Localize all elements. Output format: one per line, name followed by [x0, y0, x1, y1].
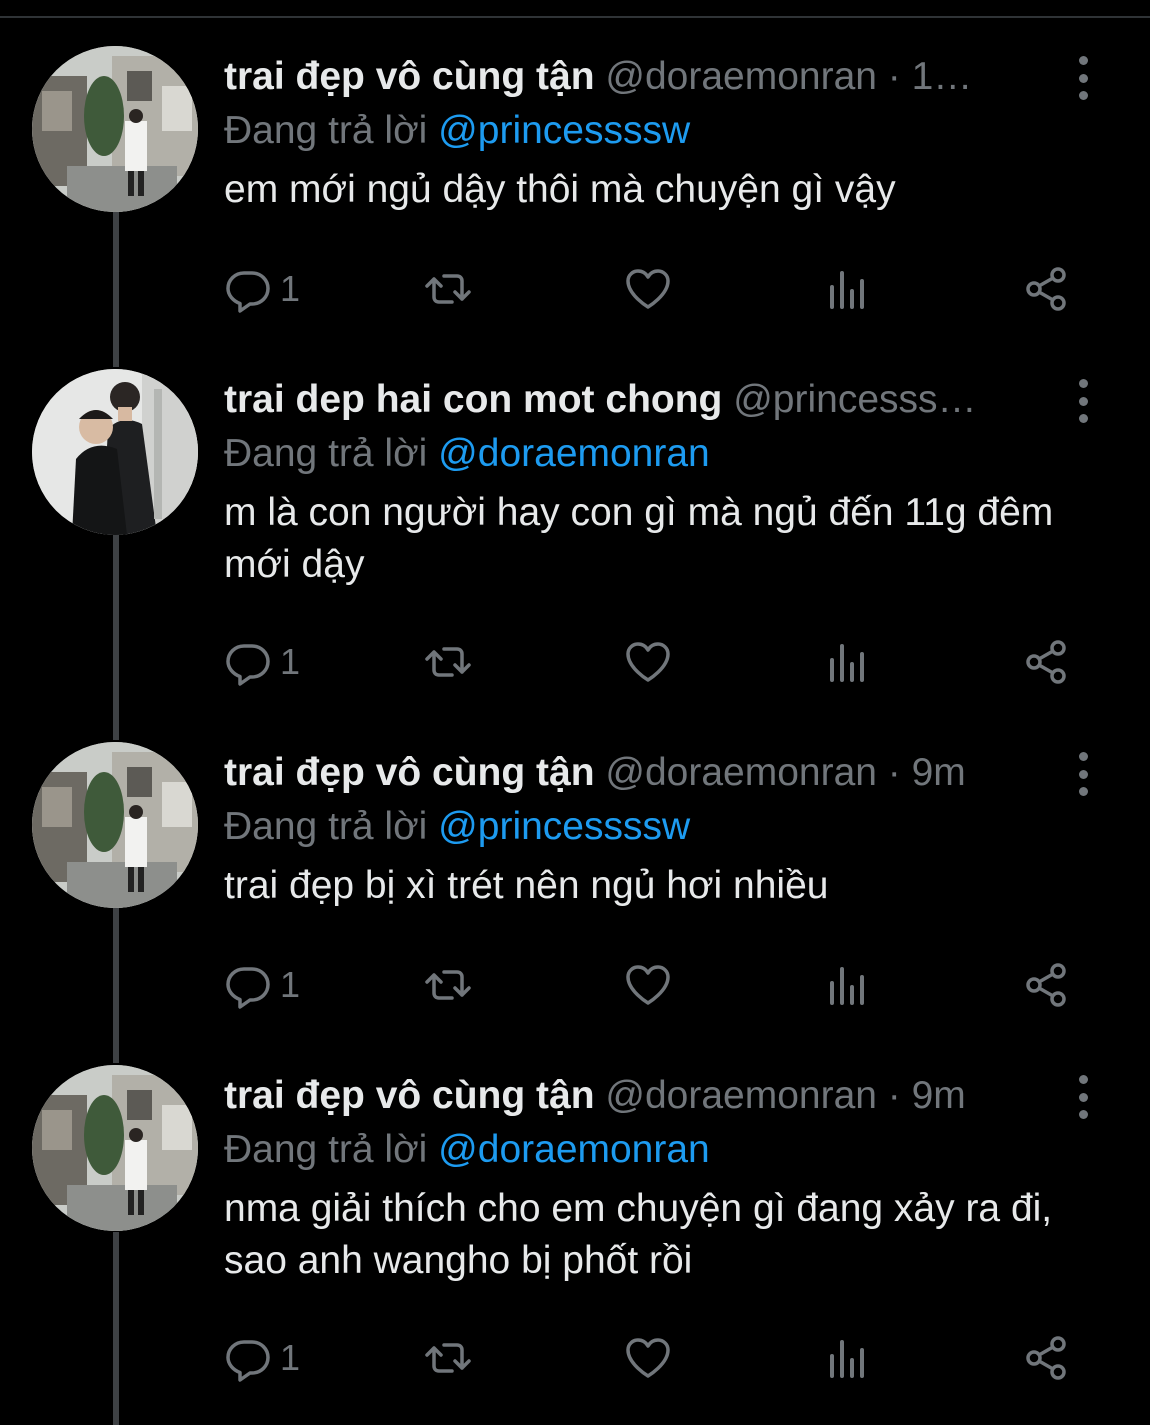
tweet-actions: 1	[224, 637, 1084, 687]
reply-button[interactable]: 1	[224, 1333, 300, 1383]
thread-connector	[113, 908, 119, 1063]
replying-to-label: Đang trả lời	[224, 109, 428, 152]
display-name[interactable]: trai đẹp vô cùng tận	[224, 751, 595, 794]
more-options-icon[interactable]	[1068, 379, 1098, 423]
tweet-header: trai đẹp vô cùng tận @doraemonran · 9m	[224, 748, 966, 798]
display-name[interactable]: trai dep hai con mot chong	[224, 378, 722, 421]
tweet-text: m là con người hay con gì mà ngủ đến 11g…	[224, 491, 1054, 586]
heart-icon	[626, 642, 670, 682]
handle-time[interactable]: @doraemonran · 1…	[605, 55, 972, 98]
avatar[interactable]	[32, 1065, 198, 1231]
reply-count: 1	[280, 1337, 301, 1378]
views-icon	[830, 967, 864, 1005]
share-icon	[1026, 963, 1066, 1007]
views-button[interactable]	[824, 1333, 872, 1383]
heart-icon	[626, 965, 670, 1005]
thread-connector	[113, 1232, 119, 1425]
tweet-text: trai đẹp bị xì trét nên ngủ hơi nhiều	[224, 864, 829, 907]
replying-to: Đang trả lời @princessssw	[224, 106, 690, 156]
tweet-actions: 1	[224, 960, 1084, 1010]
like-button[interactable]	[624, 960, 672, 1010]
thread-connector	[113, 212, 119, 367]
share-button[interactable]	[1022, 637, 1070, 687]
retweet-button[interactable]	[424, 1333, 472, 1383]
like-button[interactable]	[624, 264, 672, 314]
tweet-header: trai đẹp vô cùng tận @doraemonran · 9m	[224, 1071, 966, 1121]
mention-link[interactable]: @doraemonran	[438, 432, 710, 475]
views-button[interactable]	[824, 637, 872, 687]
avatar[interactable]	[32, 369, 198, 535]
top-divider	[0, 16, 1150, 18]
avatar[interactable]	[32, 46, 198, 212]
views-icon	[830, 1340, 864, 1378]
share-icon	[1026, 640, 1066, 684]
handle-time[interactable]: @doraemonran · 9m	[605, 1074, 965, 1117]
tweet-header: trai dep hai con mot chong @princesss…	[224, 375, 977, 425]
tweet-header: trai đẹp vô cùng tận @doraemonran · 1…	[224, 52, 972, 102]
heart-icon	[626, 1338, 670, 1378]
replying-to: Đang trả lời @doraemonran	[224, 1125, 710, 1175]
street-photo-avatar	[32, 742, 198, 908]
reply-icon	[226, 644, 270, 686]
share-button[interactable]	[1022, 264, 1070, 314]
replying-to: Đang trả lời @princessssw	[224, 802, 690, 852]
reply-count: 1	[280, 268, 301, 309]
replying-to: Đang trả lời @doraemonran	[224, 429, 710, 479]
reply-icon	[226, 1340, 270, 1382]
more-options-icon[interactable]	[1068, 56, 1098, 100]
reply-button[interactable]: 1	[224, 960, 300, 1010]
reply-icon	[226, 967, 270, 1009]
replying-to-label: Đang trả lời	[224, 432, 428, 475]
display-name[interactable]: trai đẹp vô cùng tận	[224, 1074, 595, 1117]
retweet-button[interactable]	[424, 637, 472, 687]
retweet-icon	[425, 1343, 471, 1373]
mention-link[interactable]: @princessssw	[438, 109, 690, 152]
reply-count: 1	[280, 964, 301, 1005]
replying-to-label: Đang trả lời	[224, 805, 428, 848]
retweet-button[interactable]	[424, 264, 472, 314]
mention-link[interactable]: @princessssw	[438, 805, 690, 848]
share-button[interactable]	[1022, 960, 1070, 1010]
retweet-button[interactable]	[424, 960, 472, 1010]
avatar[interactable]	[32, 742, 198, 908]
share-icon	[1026, 267, 1066, 311]
street-photo-avatar	[32, 46, 198, 212]
reply-button[interactable]: 1	[224, 637, 300, 687]
two-men-photo-avatar	[32, 369, 198, 535]
share-icon	[1026, 1336, 1066, 1380]
views-button[interactable]	[824, 960, 872, 1010]
views-icon	[830, 271, 864, 309]
heart-icon	[626, 269, 670, 309]
handle-time[interactable]: @doraemonran · 9m	[605, 751, 965, 794]
retweet-icon	[425, 647, 471, 677]
tweet-text: em mới ngủ dậy thôi mà chuyện gì vậy	[224, 168, 896, 211]
more-options-icon[interactable]	[1068, 752, 1098, 796]
replying-to-label: Đang trả lời	[224, 1128, 428, 1171]
street-photo-avatar	[32, 1065, 198, 1231]
share-button[interactable]	[1022, 1333, 1070, 1383]
handle-time[interactable]: @princesss…	[733, 378, 976, 421]
display-name[interactable]: trai đẹp vô cùng tận	[224, 55, 595, 98]
like-button[interactable]	[624, 637, 672, 687]
tweet-actions: 1	[224, 1333, 1084, 1383]
thread-connector	[113, 535, 119, 740]
views-button[interactable]	[824, 264, 872, 314]
tweet-text: nma giải thích cho em chuyện gì đang xảy…	[224, 1187, 1053, 1282]
reply-button[interactable]: 1	[224, 264, 300, 314]
more-options-icon[interactable]	[1068, 1075, 1098, 1119]
reply-icon	[226, 271, 270, 313]
mention-link[interactable]: @doraemonran	[438, 1128, 710, 1171]
reply-count: 1	[280, 641, 301, 682]
retweet-icon	[425, 970, 471, 1000]
tweet-actions: 1	[224, 264, 1084, 314]
retweet-icon	[425, 274, 471, 304]
like-button[interactable]	[624, 1333, 672, 1383]
views-icon	[830, 644, 864, 682]
